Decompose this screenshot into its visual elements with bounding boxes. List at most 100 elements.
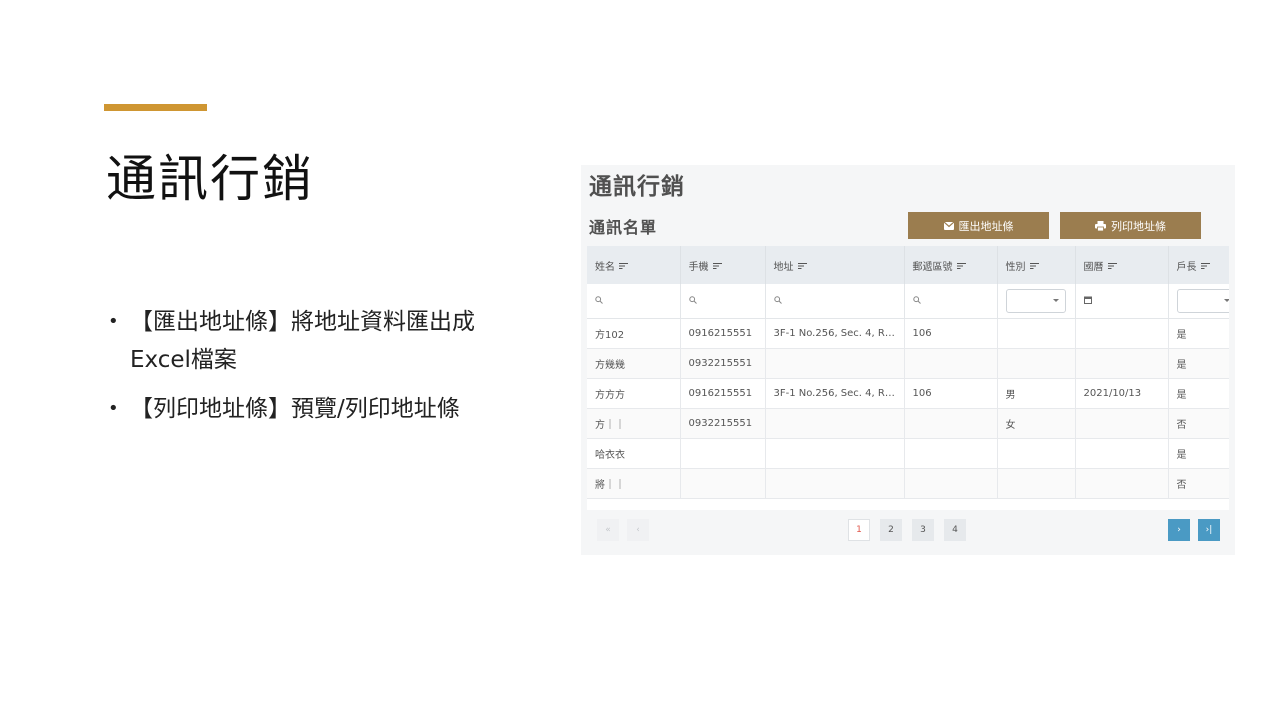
column-header[interactable]: 郵遞區號: [904, 246, 998, 284]
table-cell: [997, 318, 1076, 349]
chevron-down-icon: [1052, 299, 1059, 302]
first-page-button[interactable]: «: [597, 519, 619, 541]
sort-icon[interactable]: [712, 261, 722, 272]
column-header-label: 戶長: [1176, 261, 1197, 273]
table-cell: 女: [997, 408, 1076, 439]
table-cell: [904, 408, 998, 439]
sort-icon[interactable]: [956, 261, 966, 272]
bullet-text: 【匯出地址條】將地址資料匯出成Excel檔案: [130, 309, 475, 373]
bullet-list: • 【匯出地址條】將地址資料匯出成Excel檔案 • 【列印地址條】預覽/列印地址條: [104, 303, 524, 439]
column-header-label: 國曆: [1083, 261, 1104, 273]
table-cell: 方102: [587, 318, 681, 349]
page-button-2[interactable]: 2: [880, 519, 902, 541]
sort-icon[interactable]: [619, 261, 628, 272]
column-header[interactable]: 戶長: [1168, 246, 1229, 284]
table-cell: [904, 468, 998, 499]
search-icon[interactable]: [595, 295, 603, 307]
printer-icon: [1095, 220, 1106, 231]
column-header-label: 性別: [1005, 261, 1026, 273]
filter-date[interactable]: [1075, 284, 1169, 319]
table-cell: 方幾幾: [587, 348, 681, 379]
bullet-item: • 【匯出地址條】將地址資料匯出成Excel檔案: [104, 303, 524, 379]
page-button-4[interactable]: 4: [944, 519, 966, 541]
table-cell: 哈衣衣: [587, 438, 681, 469]
column-header[interactable]: 性別: [997, 246, 1076, 284]
page-button-1[interactable]: 1: [848, 519, 870, 541]
table-header-row: 姓名 手機 地址 郵遞區號 性別 國曆 戶長: [587, 246, 1229, 284]
export-button-label: 匯出地址條: [958, 219, 1014, 233]
table-cell: [765, 438, 905, 469]
table-cell: 3F-1 No.256, Sec. 4, Rd. S...: [765, 378, 905, 409]
title-accent-bar: [104, 104, 207, 111]
table-row[interactable]: 方方方 0916215551 3F-1 No.256, Sec. 4, Rd. S.…: [587, 378, 1229, 409]
search-icon[interactable]: [912, 295, 921, 307]
column-header-label: 地址: [773, 261, 794, 273]
filter-search[interactable]: [765, 284, 905, 319]
last-page-button[interactable]: ›|: [1198, 519, 1220, 541]
table-cell: 方｜｜: [587, 408, 681, 439]
column-header[interactable]: 手機: [680, 246, 766, 284]
calendar-icon[interactable]: [1083, 296, 1092, 307]
table-cell: [680, 468, 766, 499]
table-cell: [1075, 438, 1169, 469]
table-cell: 否: [1168, 408, 1229, 439]
table-cell: 2021/10/13: [1075, 378, 1169, 409]
column-header[interactable]: 姓名: [587, 246, 681, 284]
chevron-down-icon: [1223, 299, 1229, 302]
filter-search[interactable]: [680, 284, 766, 319]
bullet-dot-icon: •: [108, 311, 119, 332]
filter-select[interactable]: [997, 284, 1076, 319]
table-cell: 3F-1 No.256, Sec. 4, Rd. S...: [765, 318, 905, 349]
column-header[interactable]: 國曆: [1075, 246, 1169, 284]
sort-icon[interactable]: [797, 261, 807, 272]
table-cell: 男: [997, 378, 1076, 409]
table-cell: 是: [1168, 318, 1229, 349]
envelope-icon: [943, 221, 954, 230]
table-cell: [997, 348, 1076, 379]
search-icon[interactable]: [773, 295, 782, 307]
table-row[interactable]: 方幾幾 0932215551 是: [587, 348, 1229, 379]
column-header[interactable]: 地址: [765, 246, 905, 284]
table-cell: 0932215551: [680, 348, 766, 379]
filter-select[interactable]: [1168, 284, 1229, 319]
sort-icon[interactable]: [1200, 261, 1210, 272]
filter-search[interactable]: [587, 284, 681, 319]
bullet-text: 【列印地址條】預覽/列印地址條: [130, 396, 460, 422]
next-page-button[interactable]: ›: [1168, 519, 1190, 541]
table-row[interactable]: 方｜｜ 0932215551 女 否: [587, 408, 1229, 439]
export-address-label-button[interactable]: 匯出地址條: [908, 212, 1049, 239]
table-cell: [680, 438, 766, 469]
table-cell: 將｜｜: [587, 468, 681, 499]
table-cell: [1075, 318, 1169, 349]
filter-row: [587, 284, 1229, 319]
prev-page-button[interactable]: ‹: [627, 519, 649, 541]
dropdown[interactable]: [1176, 289, 1229, 313]
print-address-label-button[interactable]: 列印地址條: [1060, 212, 1201, 239]
table-cell: [765, 348, 905, 379]
slide-title: 通訊行銷: [106, 150, 314, 208]
table-cell: 0916215551: [680, 318, 766, 349]
table-cell: 0932215551: [680, 408, 766, 439]
sort-icon[interactable]: [1029, 261, 1039, 272]
bullet-dot-icon: •: [108, 398, 119, 419]
app-title: 通訊行銷: [589, 174, 685, 200]
column-header-label: 手機: [688, 261, 709, 273]
table-cell: [765, 408, 905, 439]
table-cell: [997, 468, 1076, 499]
search-icon[interactable]: [688, 295, 697, 307]
table-cell: [904, 348, 998, 379]
table-cell: 否: [1168, 468, 1229, 499]
dropdown[interactable]: [1005, 289, 1066, 313]
table-cell: [904, 438, 998, 469]
table-row[interactable]: 將｜｜ 否: [587, 468, 1229, 499]
print-button-label: 列印地址條: [1111, 219, 1166, 233]
contact-list-table-container: 姓名 手機 地址 郵遞區號 性別 國曆 戶長 方102 0916215551 3F-1 No.2…: [587, 246, 1229, 510]
table-row[interactable]: 方102 0916215551 3F-1 No.256, Sec. 4, Rd. S…: [587, 318, 1229, 349]
table-cell: 是: [1168, 438, 1229, 469]
table-cell: 106: [904, 378, 998, 409]
page-button-3[interactable]: 3: [912, 519, 934, 541]
table-row[interactable]: 哈衣衣 是: [587, 438, 1229, 469]
filter-search[interactable]: [904, 284, 998, 319]
sort-icon[interactable]: [1107, 261, 1117, 272]
column-header-label: 郵遞區號: [912, 261, 953, 273]
